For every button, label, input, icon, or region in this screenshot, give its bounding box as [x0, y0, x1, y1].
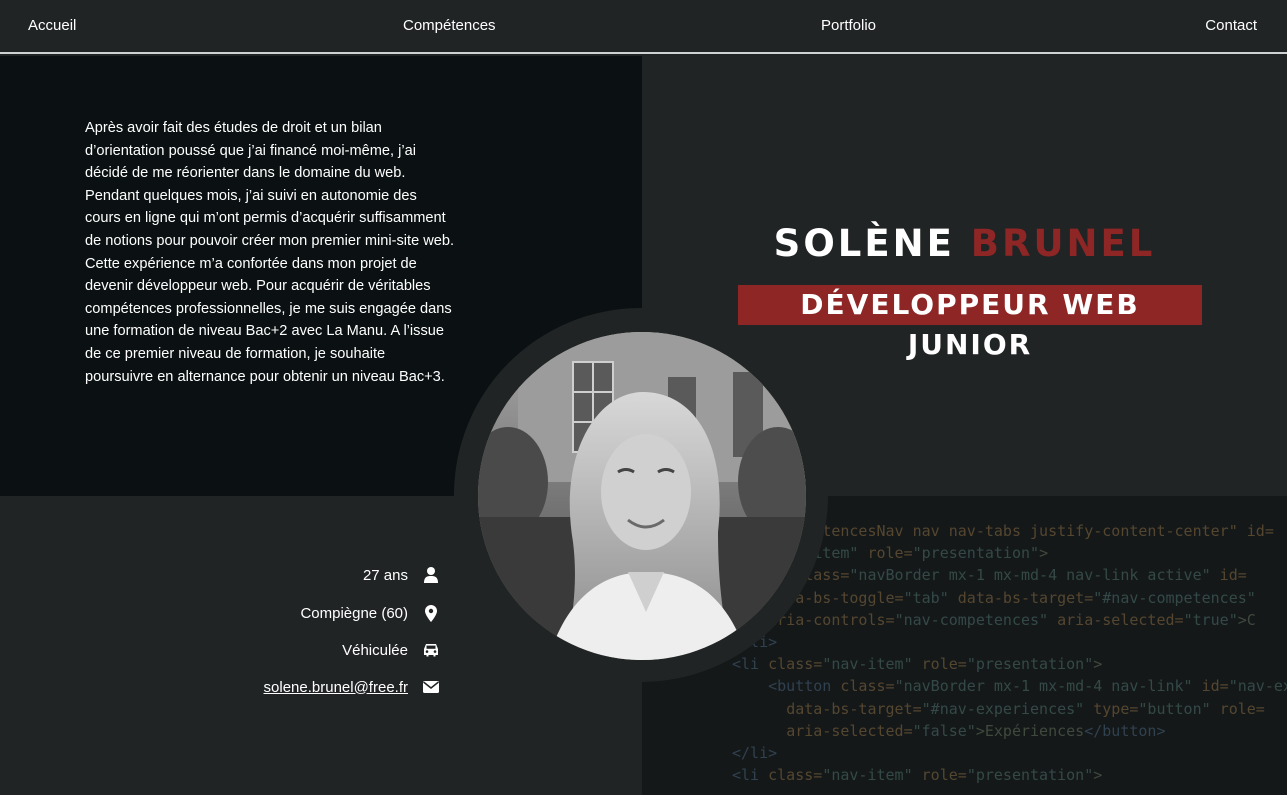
profile-photo	[478, 332, 806, 660]
nav-link-contact[interactable]: Contact	[1205, 17, 1257, 34]
car-icon	[422, 641, 440, 659]
top-navbar: Accueil Compétences Portfolio Contact	[0, 0, 1287, 54]
map-pin-icon	[422, 604, 440, 622]
user-icon	[422, 566, 440, 584]
info-email: solene.brunel@free.fr	[264, 674, 440, 700]
bio-text: Après avoir fait des études de droit et …	[85, 120, 455, 385]
info-age: 27 ans	[363, 562, 440, 588]
nav-link-competences[interactable]: Compétences	[403, 17, 496, 34]
job-title-badge: DÉVELOPPEUR WEB JUNIOR	[738, 285, 1202, 361]
info-location-text: Compiègne (60)	[300, 604, 408, 622]
nav-link-accueil[interactable]: Accueil	[28, 17, 76, 34]
nav-link-portfolio[interactable]: Portfolio	[821, 17, 876, 34]
hero-first-name: SOLÈNE	[773, 222, 955, 265]
info-vehicle: Véhiculée	[342, 637, 440, 663]
info-location: Compiègne (60)	[300, 600, 440, 626]
info-age-text: 27 ans	[362, 566, 408, 584]
hero-last-name: BRUNEL	[970, 222, 1156, 265]
hero-name: SOLÈNE BRUNEL	[642, 222, 1287, 265]
envelope-icon	[422, 678, 440, 696]
info-vehicle-text: Véhiculée	[342, 641, 408, 659]
email-link[interactable]: solene.brunel@free.fr	[264, 679, 408, 696]
